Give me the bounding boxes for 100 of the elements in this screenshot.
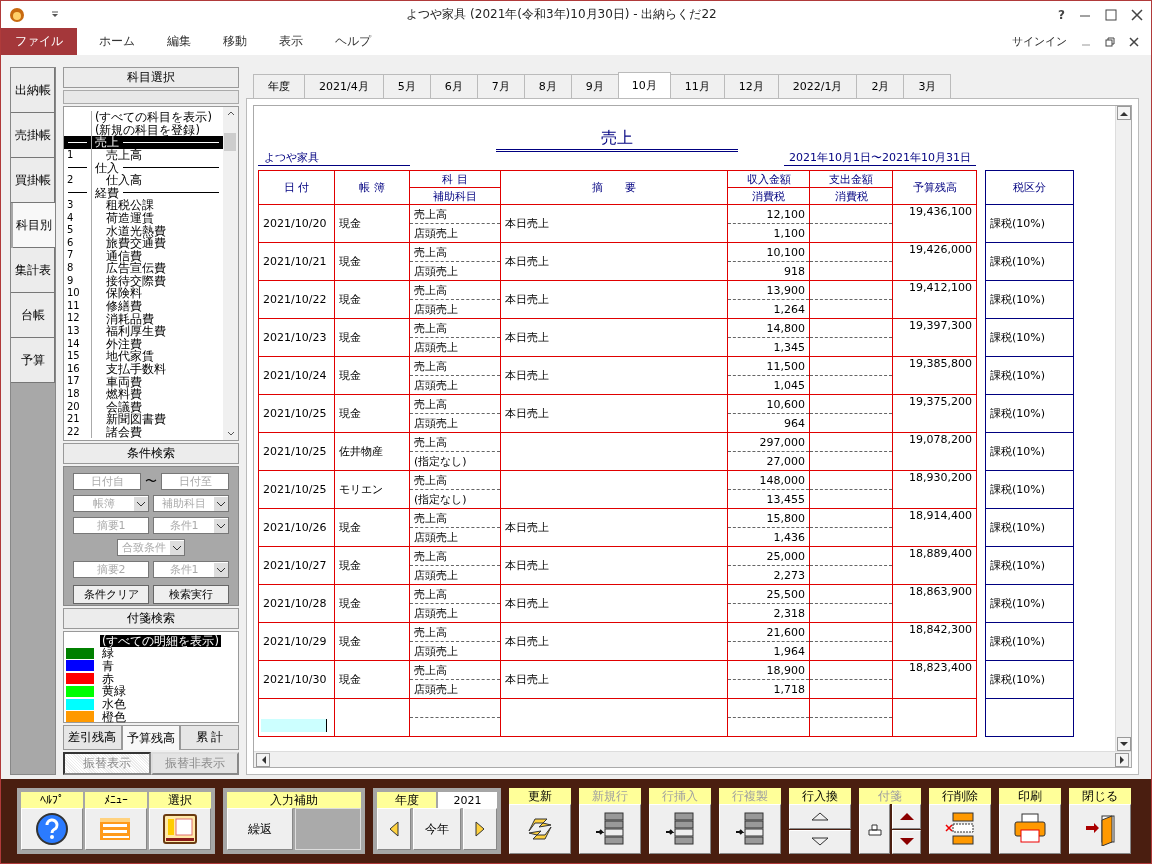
list-item[interactable]: (すべての科目を表示) <box>64 110 223 124</box>
list-item[interactable]: 5 水道光熱費 <box>64 224 223 237</box>
side-tab[interactable]: 買掛帳 <box>11 158 55 203</box>
list-item[interactable]: 16 支払手数料 <box>64 362 223 376</box>
repeat-button[interactable]: 繰返 <box>227 808 293 850</box>
category-header[interactable]: 経費 <box>64 186 223 200</box>
table-cell: 売上高 <box>409 356 501 376</box>
search-field[interactable]: 日付自 <box>73 473 141 491</box>
toolbar-button[interactable] <box>1069 804 1131 854</box>
side-tab[interactable]: 予算 <box>11 338 55 383</box>
tag-item[interactable]: 橙色 <box>100 710 128 723</box>
side-tab[interactable]: 科目別 <box>13 203 55 248</box>
scroll-up-icon[interactable] <box>226 110 235 116</box>
menu-item[interactable]: 編集 <box>153 28 205 55</box>
list-item[interactable]: 18 燃料費 <box>64 387 223 401</box>
move-down-button[interactable] <box>789 829 851 854</box>
this-year-button[interactable]: 今年 <box>413 808 461 850</box>
side-tab[interactable]: 台帳 <box>11 293 55 338</box>
previous-year-button[interactable] <box>377 808 411 850</box>
list-item[interactable]: 3 租税公課 <box>64 199 223 212</box>
tag-item[interactable]: 青 <box>100 659 116 672</box>
search-field[interactable]: 日付至 <box>161 473 229 491</box>
table-cell: 現金 <box>334 508 410 547</box>
scroll-right-button[interactable] <box>1115 752 1129 767</box>
table-cell: 本日売上 <box>500 280 728 319</box>
side-tab[interactable]: 出納帳 <box>11 68 55 113</box>
list-item[interactable]: 17 車両費 <box>64 375 223 388</box>
table-cell: 本日売上 <box>500 660 728 699</box>
list-item[interactable]: 7 通信費 <box>64 249 223 262</box>
search-field[interactable]: 摘要2 <box>73 561 149 579</box>
list-item[interactable]: 10 保険料 <box>64 287 223 300</box>
maximize-icon[interactable] <box>1105 8 1117 21</box>
list-item[interactable]: 21 新聞図書費 <box>64 413 223 426</box>
table-cell: 2021/10/22 <box>258 280 335 319</box>
category-header[interactable]: 仕入 <box>64 161 223 174</box>
list-item[interactable]: 22 諸会費 <box>64 425 223 439</box>
toolbar-button[interactable] <box>149 808 211 850</box>
category-header[interactable]: 売上 <box>64 136 223 149</box>
toolbar-button[interactable] <box>649 804 711 854</box>
table-cell: 現金 <box>334 584 410 623</box>
toolbar-button[interactable] <box>509 804 571 854</box>
table-cell: 売上高 <box>409 432 501 452</box>
menu-item[interactable]: 移動 <box>209 28 261 55</box>
scroll-down-button[interactable] <box>1116 737 1131 751</box>
list-item[interactable]: 12 消耗品費 <box>64 312 223 325</box>
list-item[interactable]: 11 修繕費 <box>64 299 223 313</box>
list-item[interactable]: 2 仕入高 <box>64 173 223 187</box>
month-tab[interactable]: 年度 <box>253 74 305 98</box>
tag-item[interactable]: 赤 <box>100 672 116 685</box>
table-cell: 2021/10/24 <box>258 356 335 395</box>
month-tab[interactable]: 10月 <box>617 72 671 98</box>
scroll-down-icon[interactable] <box>226 431 235 437</box>
tag-down-button[interactable] <box>892 829 921 854</box>
list-item[interactable]: 13 福利厚生費 <box>64 324 223 338</box>
next-year-button[interactable] <box>463 808 497 850</box>
table-cell: 10,100 <box>727 242 810 262</box>
sign-in-link[interactable]: サインイン <box>1012 34 1067 49</box>
list-item[interactable]: 4 荷造運賃 <box>64 211 223 225</box>
tag-up-button[interactable] <box>892 804 921 829</box>
list-item[interactable]: 15 地代家賃 <box>64 350 223 363</box>
menu-item[interactable]: ヘルプ <box>321 28 385 55</box>
button-label: 行削除 <box>929 788 991 804</box>
toolbar-button[interactable] <box>579 804 641 854</box>
toolbar-button[interactable] <box>719 804 781 854</box>
scroll-up-button[interactable] <box>1116 106 1131 120</box>
close-icon[interactable] <box>1131 8 1143 21</box>
search-button[interactable]: 検索実行 <box>153 585 229 605</box>
menu-item[interactable]: ホーム <box>85 28 149 55</box>
search-field[interactable]: 摘要1 <box>73 517 149 535</box>
list-item[interactable]: 14 外注費 <box>64 337 223 351</box>
scroll-left-button[interactable] <box>256 752 270 767</box>
month-tab[interactable]: 3月 <box>903 74 952 98</box>
table-cell: モリエン <box>334 470 410 509</box>
list-item[interactable]: 8 広告宣伝費 <box>64 262 223 275</box>
table-cell: 18,900 <box>727 660 810 680</box>
restore-icon[interactable] <box>1105 36 1115 47</box>
balance-tab[interactable]: 予算残高 <box>121 725 181 751</box>
table-cell: 27,000 <box>727 451 810 471</box>
balance-tab[interactable]: 累 計 <box>180 725 239 751</box>
balance-tab[interactable]: 差引残高 <box>63 725 122 751</box>
tag-item[interactable]: 黄緑 <box>100 685 128 698</box>
list-item[interactable]: 1 売上高 <box>64 148 223 162</box>
list-item[interactable]: 9 接待交際費 <box>64 274 223 288</box>
toolbar-button[interactable] <box>21 808 83 850</box>
menu-item[interactable]: ファイル <box>1 28 77 55</box>
column-header: 科 目 <box>409 170 501 188</box>
side-tab[interactable]: 売掛帳 <box>11 113 55 158</box>
side-tab[interactable]: 集計表 <box>11 248 55 293</box>
rows-icon <box>733 811 767 847</box>
tag-item[interactable]: (すべての明細を表示) <box>100 634 221 647</box>
search-button[interactable]: 条件クリア <box>73 585 149 605</box>
help-button[interactable]: ? <box>1058 7 1065 22</box>
down-triangle-icon <box>1119 741 1128 747</box>
list-item[interactable]: 6 旅費交通費 <box>64 236 223 250</box>
tag-item[interactable]: 水色 <box>100 698 128 710</box>
close-icon[interactable] <box>1129 36 1139 47</box>
list-item[interactable]: 20 会議費 <box>64 400 223 414</box>
tag-item[interactable]: 緑 <box>100 647 116 660</box>
menu-item[interactable]: 表示 <box>265 28 317 55</box>
app-logo-icon[interactable] <box>9 6 25 23</box>
